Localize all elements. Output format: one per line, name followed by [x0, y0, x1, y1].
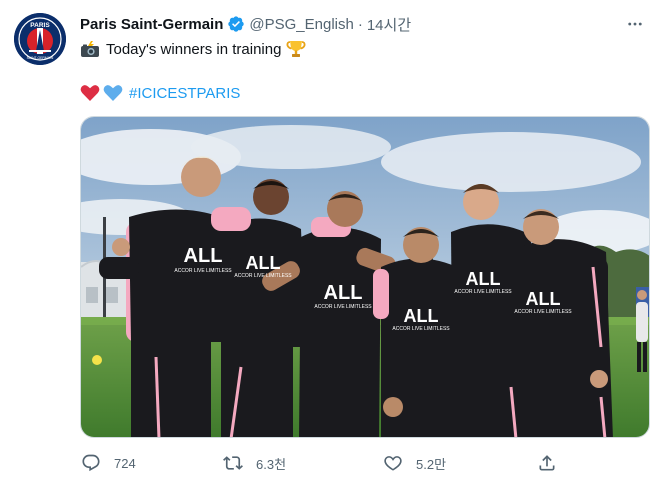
shirt-subtext: ACCOR LIVE LIMITLESS [314, 304, 372, 310]
avatar[interactable]: PARIS SAINT-GERMAIN [14, 13, 66, 65]
heart-icon [382, 452, 404, 474]
handle[interactable]: @PSG_English [249, 16, 353, 33]
shirt-text: ALL [404, 306, 439, 326]
tweet-actions: 724 6.3천 5.2만 [80, 448, 570, 478]
reply-icon [80, 452, 102, 474]
display-name[interactable]: Paris Saint-Germain [80, 16, 223, 33]
share-icon [536, 452, 558, 474]
blue-heart-emoji-icon [103, 84, 123, 102]
tweet-text-line: Today's winners in training [80, 38, 306, 60]
shirt-subtext: ACCOR LIVE LIMITLESS [174, 268, 232, 274]
shirt-text: ALL [526, 289, 561, 309]
camera-flash-emoji-icon [80, 40, 100, 58]
shirt-text: ALL [324, 282, 363, 304]
trophy-emoji-icon [286, 40, 306, 58]
tweet-text: Today's winners in training [106, 40, 282, 58]
more-dots-icon[interactable] [624, 13, 646, 35]
shirt-subtext: ACCOR LIVE LIMITLESS [514, 309, 572, 315]
retweet-count: 6.3천 [256, 456, 287, 472]
tweet-header: Paris Saint-Germain @PSG_English · 14시간 [80, 13, 646, 35]
tweet-photo[interactable]: ALL ALL ALL ALL ALL ALL ACCOR LIVE LIMIT… [80, 116, 650, 438]
like-count: 5.2만 [416, 456, 447, 472]
avatar-text: PARIS [30, 22, 50, 29]
shirt-subtext: ACCOR LIVE LIMITLESS [454, 289, 512, 295]
shirt-subtext: ACCOR LIVE LIMITLESS [234, 273, 292, 279]
shirt-text: ALL [466, 269, 501, 289]
red-heart-emoji-icon [80, 84, 100, 102]
share-button[interactable] [536, 448, 558, 478]
avatar-subtext: SAINT-GERMAIN [27, 56, 54, 60]
retweet-icon [222, 452, 244, 474]
separator: · [357, 15, 363, 33]
retweet-button[interactable]: 6.3천 [222, 448, 286, 478]
tweet-hashtag-line: #ICICESTPARIS [80, 82, 240, 104]
hashtag-link[interactable]: #ICICESTPARIS [129, 85, 240, 102]
like-button[interactable]: 5.2만 [382, 448, 446, 478]
timestamp[interactable]: 14시간 [367, 14, 411, 35]
reply-button[interactable]: 724 [80, 448, 136, 478]
shirt-text: ALL [246, 253, 281, 273]
shirt-text: ALL [184, 245, 223, 267]
reply-count: 724 [114, 455, 136, 471]
verified-badge-icon [227, 15, 245, 33]
shirt-subtext: ACCOR LIVE LIMITLESS [392, 326, 450, 332]
